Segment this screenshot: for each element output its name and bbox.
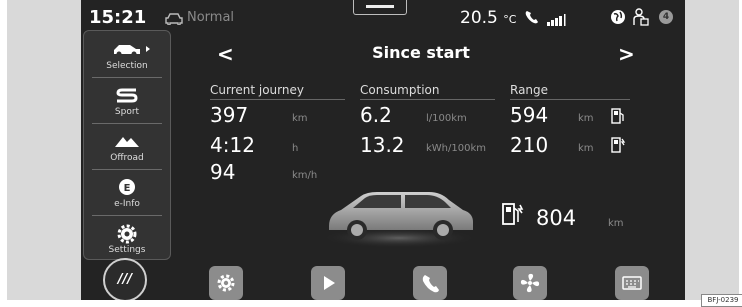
menu-divider (92, 77, 162, 78)
journey-duration-unit: h (292, 143, 299, 154)
menu-item-label: Selection (106, 61, 148, 71)
signal-strength-icon (547, 11, 569, 30)
consumption-divider (360, 99, 495, 100)
left-bezel (7, 0, 81, 300)
consumption-electric: 13.2 (360, 133, 405, 157)
range-electric-unit: km (578, 143, 594, 154)
clock: 15:21 (89, 7, 147, 28)
mountain-icon (84, 130, 170, 152)
drive-mode-label[interactable]: Normal (187, 10, 234, 25)
charging-station-icon (611, 137, 627, 157)
figure-reference-code: BFJ-0239 (701, 294, 742, 307)
menu-item-settings[interactable]: Settings (84, 217, 170, 261)
consumption-electric-unit: kWh/100km (426, 143, 487, 154)
consumption-fuel-unit: l/100km (426, 113, 467, 124)
range-total-unit: km (608, 218, 624, 229)
settings-dock-button[interactable] (209, 266, 243, 300)
menu-item-e-info[interactable]: E e-Info (84, 171, 170, 215)
status-bar: 15:21 Normal 20.5 °C 4 (81, 0, 685, 32)
phone-icon[interactable] (524, 9, 540, 29)
menu-item-label: Settings (108, 245, 146, 255)
phone-dock-button[interactable] (413, 266, 447, 300)
side-menu: Selection Sport Offroad E e-Info Setting… (83, 30, 171, 260)
range-fuel: 594 (510, 103, 549, 127)
car-icon (165, 10, 183, 29)
globe-icon[interactable] (610, 9, 626, 29)
menu-item-label: e-Info (114, 199, 140, 209)
sport-s-icon (84, 84, 170, 106)
media-dock-button[interactable] (311, 266, 345, 300)
infotainment-screen: 15:21 Normal 20.5 °C 4 Selection Sport O… (81, 0, 685, 300)
journey-distance-unit: km (292, 113, 308, 124)
range-fuel-unit: km (578, 113, 594, 124)
menu-divider (92, 169, 162, 170)
hybrid-fuel-icon (501, 202, 525, 230)
user-profile-icon[interactable] (633, 8, 649, 30)
page-title: Since start (372, 43, 470, 62)
menu-item-label: Offroad (110, 153, 144, 163)
keyboard-dock-button[interactable] (615, 266, 649, 300)
gear-icon (84, 222, 170, 244)
car-image (319, 186, 479, 252)
journey-heading: Current journey (210, 83, 304, 97)
menu-divider (92, 123, 162, 124)
temperature-readout: 20.5 °C (460, 8, 516, 28)
fuel-pump-icon (611, 108, 625, 128)
journey-speed: 94 (210, 160, 236, 184)
range-divider (510, 99, 630, 100)
journey-duration: 4:12 (210, 133, 255, 157)
menu-item-offroad[interactable]: Offroad (84, 125, 170, 169)
menu-item-label: Sport (114, 107, 140, 117)
range-total: 804 (536, 206, 577, 230)
range-electric: 210 (510, 133, 549, 157)
pull-down-handle[interactable] (353, 0, 407, 15)
menu-divider (92, 215, 162, 216)
climate-dock-button[interactable] (513, 266, 547, 300)
range-heading: Range (510, 83, 549, 97)
menu-item-sport[interactable]: Sport (84, 79, 170, 123)
journey-distance: 397 (210, 103, 249, 127)
right-bezel (685, 0, 739, 300)
journey-speed-unit: km/h (292, 170, 318, 181)
temperature-value: 20.5 (460, 8, 498, 28)
car-icon (84, 38, 170, 60)
notification-badge[interactable]: 4 (659, 10, 673, 24)
next-page-button[interactable]: > (618, 42, 635, 66)
previous-page-button[interactable]: < (217, 42, 234, 66)
svg-text:E: E (124, 183, 131, 194)
menu-item-selection[interactable]: Selection (84, 33, 170, 77)
menu-launcher-button[interactable]: /// (103, 258, 147, 300)
consumption-heading: Consumption (360, 83, 440, 97)
journey-divider (210, 99, 345, 100)
e-circle-icon: E (84, 176, 170, 198)
temperature-unit: °C (503, 13, 517, 26)
consumption-fuel: 6.2 (360, 103, 392, 127)
